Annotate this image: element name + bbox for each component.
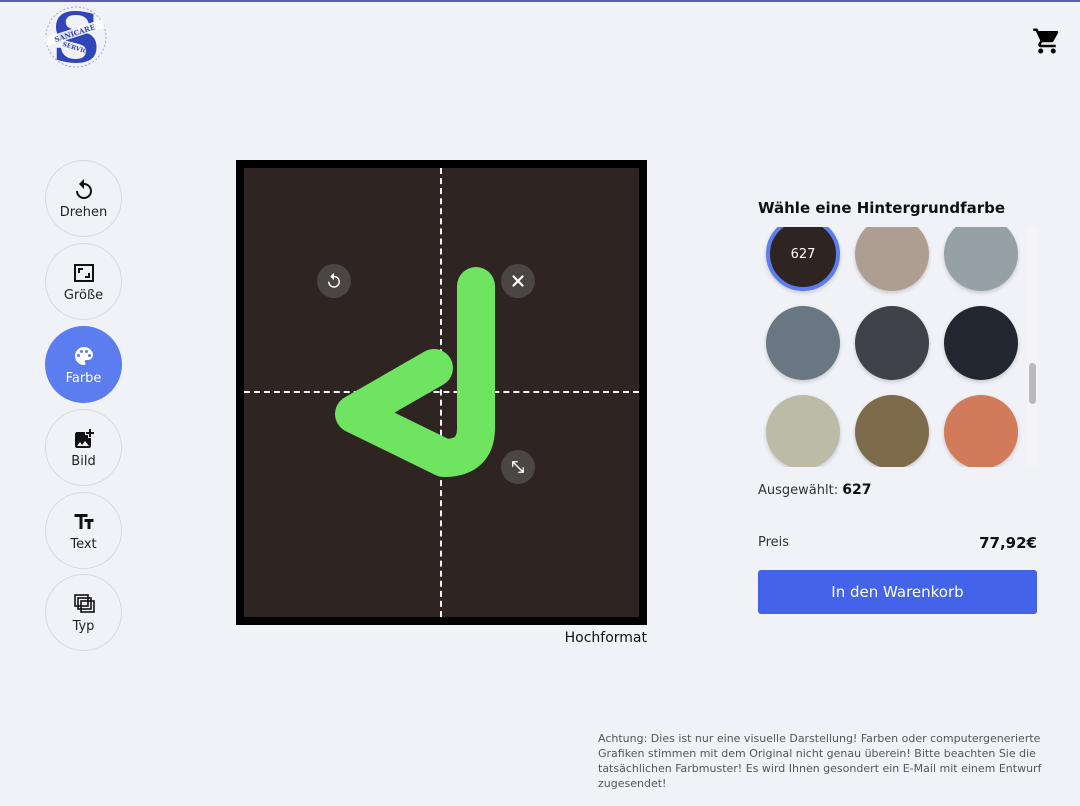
- layers-icon: [72, 592, 96, 616]
- tool-type-label: Typ: [72, 618, 95, 634]
- tool-image-label: Bild: [71, 453, 96, 469]
- preview-frame: [236, 160, 647, 625]
- tool-color-button[interactable]: Farbe: [45, 326, 122, 403]
- color-swatch[interactable]: [855, 227, 929, 291]
- color-swatch[interactable]: [944, 395, 1018, 467]
- selected-color: Ausgewählt: 627: [758, 482, 871, 498]
- swatch-scrollbar-thumb[interactable]: [1029, 363, 1036, 404]
- color-swatch[interactable]: [944, 306, 1018, 380]
- color-swatch[interactable]: [855, 395, 929, 467]
- tool-color-label: Farbe: [65, 370, 102, 386]
- text-icon: [72, 510, 96, 534]
- color-swatch[interactable]: [855, 306, 929, 380]
- tool-text-button[interactable]: Text: [45, 492, 122, 569]
- tool-size-label: Größe: [63, 287, 104, 303]
- tool-size-button[interactable]: Größe: [45, 243, 122, 320]
- add-image-icon: [72, 427, 96, 451]
- tool-image-button[interactable]: Bild: [45, 409, 122, 486]
- selected-color-label: Ausgewählt:: [758, 483, 839, 498]
- resize-frame-icon: [72, 261, 96, 285]
- price-label: Preis: [758, 535, 790, 550]
- rotate-icon: [328, 272, 340, 288]
- color-swatch[interactable]: [944, 227, 1018, 291]
- color-swatch-list[interactable]: 627: [758, 227, 1040, 467]
- rotate-handle[interactable]: [317, 264, 351, 298]
- design-shape[interactable]: [244, 168, 639, 617]
- add-to-cart-button[interactable]: In den Warenkorb: [758, 570, 1037, 614]
- preview-canvas[interactable]: [244, 168, 639, 617]
- color-picker-title: Wähle eine Hintergrundfarbe: [758, 199, 1006, 217]
- swatch-scrollbar-track[interactable]: [1027, 227, 1037, 467]
- color-swatch-627[interactable]: 627: [766, 227, 840, 291]
- disclaimer-text: Achtung: Dies ist nur eine visuelle Dars…: [598, 732, 1042, 790]
- tool-text-label: Text: [70, 536, 97, 552]
- palette-icon: [72, 344, 96, 368]
- logo[interactable]: S SANICARE SERVICE: [24, 4, 128, 70]
- price-value: 77,92€: [979, 534, 1037, 552]
- selected-color-value: 627: [842, 482, 872, 498]
- orientation-label: Hochformat: [564, 630, 647, 646]
- tool-type-button[interactable]: Typ: [45, 574, 122, 651]
- tool-rotate-label: Drehen: [59, 204, 108, 220]
- logo-graphic: S SANICARE SERVICE: [44, 4, 107, 70]
- close-icon: [512, 275, 524, 287]
- swatch-code: 627: [790, 246, 816, 262]
- color-swatch[interactable]: [766, 395, 840, 467]
- delete-handle[interactable]: [501, 264, 535, 298]
- color-swatch[interactable]: [766, 306, 840, 380]
- top-border: [0, 0, 1080, 2]
- tool-rotate-button[interactable]: Drehen: [45, 160, 122, 237]
- resize-handle[interactable]: [501, 450, 535, 484]
- shopping-cart-icon[interactable]: [1032, 26, 1062, 56]
- resize-diagonal-icon: [512, 461, 524, 473]
- rotate-icon: [72, 178, 96, 202]
